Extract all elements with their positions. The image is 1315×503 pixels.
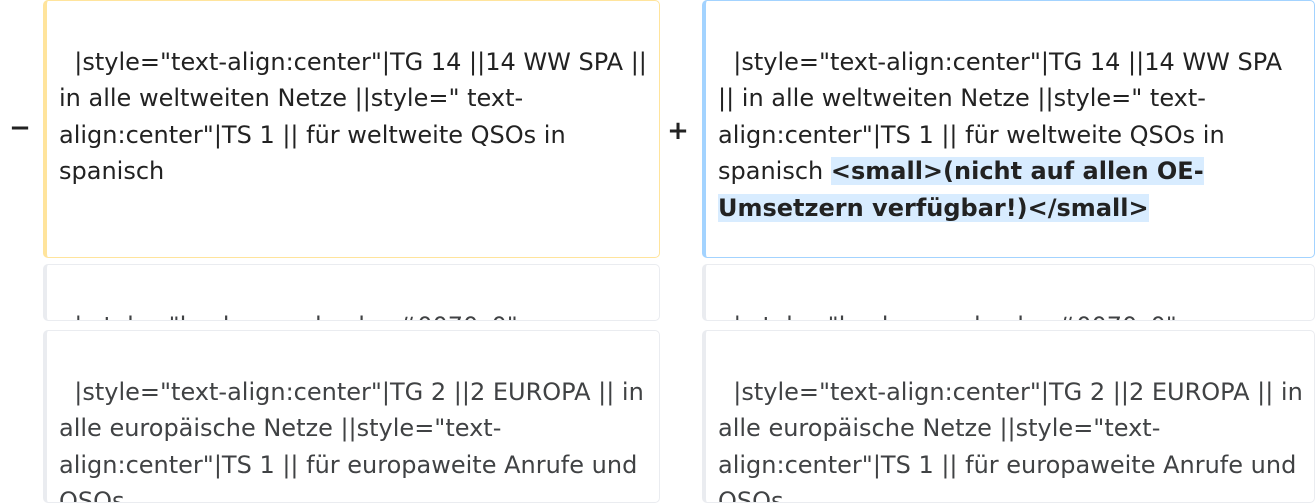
context-line-left: |style="text-align:center"|TG 2 ||2 EURO… [43,330,660,503]
context-line-right: |-style="background-color:#0070c0" [702,264,1315,321]
removed-line-marker: − [9,113,31,143]
added-line-marker: + [667,116,689,146]
context-line-text: |style="text-align:center"|TG 2 ||2 EURO… [718,377,1311,503]
context-line-left: |-style="background-color:#0070c0" [43,264,660,321]
removed-line-text: |style="text-align:center"|TG 14 ||14 WW… [59,47,655,186]
context-line-text: |style="text-align:center"|TG 2 ||2 EURO… [59,377,652,503]
added-line-cell: |style="text-align:center"|TG 14 ||14 WW… [702,0,1315,258]
removed-line-cell: |style="text-align:center"|TG 14 ||14 WW… [43,0,660,258]
context-line-right: |style="text-align:center"|TG 2 ||2 EURO… [702,330,1315,503]
context-line-text: |-style="background-color:#0070c0" [74,312,518,321]
context-line-text: |-style="background-color:#0070c0" [733,312,1177,321]
